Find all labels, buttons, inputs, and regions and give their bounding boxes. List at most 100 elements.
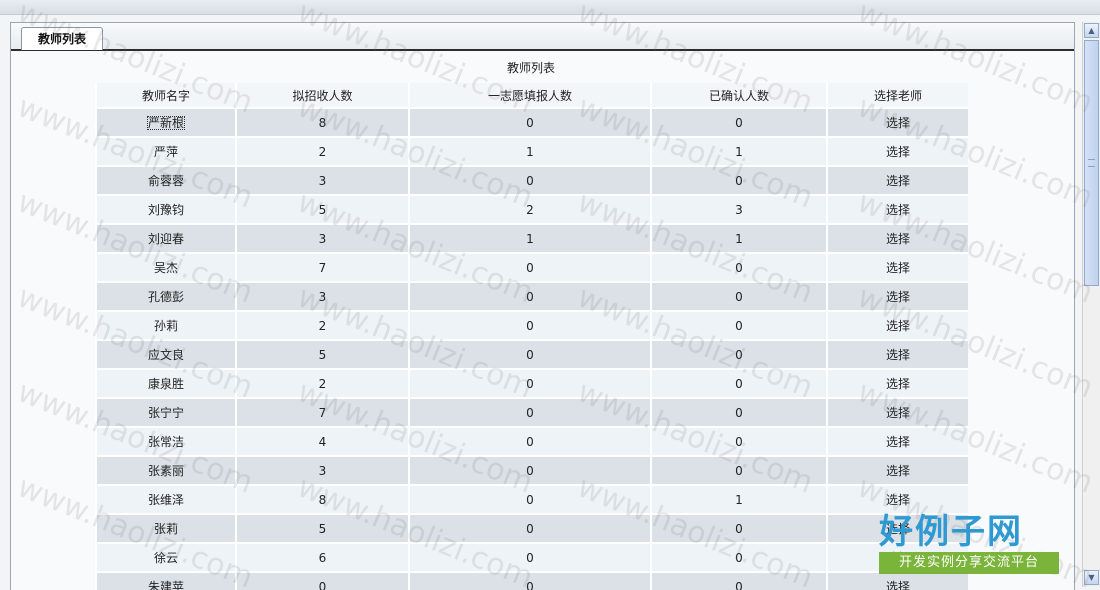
- cell-quota: 2: [235, 369, 409, 399]
- select-teacher-button[interactable]: 选择: [826, 543, 968, 573]
- table-header-row: 教师名字 拟招收人数 一志愿填报人数 已确认人数 选择老师: [95, 83, 968, 109]
- cell-confirmed: 0: [650, 572, 827, 590]
- cell-confirmed: 1: [650, 485, 827, 515]
- cell-quota: 7: [235, 398, 409, 428]
- cell-first-choice: 0: [408, 456, 651, 486]
- select-teacher-button-text[interactable]: 选择: [886, 261, 910, 275]
- cell-first-choice: 0: [408, 311, 651, 341]
- cell-teacher-name-text: 张常洁: [147, 435, 184, 449]
- cell-first-choice-text: 0: [526, 463, 534, 478]
- select-teacher-button-text[interactable]: 选择: [886, 348, 910, 362]
- cell-quota: 5: [235, 340, 409, 370]
- cell-confirmed-text: 0: [735, 318, 743, 333]
- cell-confirmed-text: 0: [735, 405, 743, 420]
- select-teacher-button-text[interactable]: 选择: [886, 435, 910, 449]
- scroll-down-icon[interactable]: ▼: [1084, 570, 1099, 585]
- select-teacher-button[interactable]: 选择: [826, 311, 968, 341]
- select-teacher-button[interactable]: 选择: [826, 514, 968, 544]
- select-teacher-button[interactable]: 选择: [826, 340, 968, 370]
- cell-quota: 3: [235, 456, 409, 486]
- select-teacher-button-text[interactable]: 选择: [886, 203, 910, 217]
- cell-teacher-name: 严新根: [95, 108, 236, 138]
- select-teacher-button-text[interactable]: 选择: [886, 145, 910, 159]
- cell-confirmed: 0: [650, 543, 827, 573]
- select-teacher-button-text[interactable]: 选择: [886, 406, 910, 420]
- cell-teacher-name: 张宁宁: [95, 398, 236, 428]
- cell-quota-text: 6: [318, 550, 327, 565]
- tab-content: 教师列表 教师名字 拟招收人数 一志愿填报人数 已确认人数 选择老师 严新根 8…: [11, 51, 1074, 590]
- select-teacher-button-text[interactable]: 选择: [886, 464, 910, 478]
- cell-quota: 2: [235, 311, 409, 341]
- cell-first-choice: 0: [408, 543, 651, 573]
- cell-teacher-name-text: 张莉: [153, 522, 178, 536]
- cell-quota: 5: [235, 195, 409, 225]
- select-teacher-button[interactable]: 选择: [826, 224, 968, 254]
- cell-quota-text: 0: [318, 579, 327, 590]
- cell-teacher-name: 应文良: [95, 340, 236, 370]
- cell-first-choice: 0: [408, 572, 651, 590]
- select-teacher-button-text[interactable]: 选择: [886, 232, 910, 246]
- select-teacher-button[interactable]: 选择: [826, 485, 968, 515]
- cell-quota-text: 5: [318, 521, 327, 536]
- cell-teacher-name: 孙莉: [95, 311, 236, 341]
- cell-confirmed: 3: [650, 195, 827, 225]
- table-row: 张宁宁 7 0 0 选择: [95, 398, 968, 428]
- select-teacher-button[interactable]: 选择: [826, 253, 968, 283]
- cell-first-choice-text: 0: [526, 289, 534, 304]
- cell-confirmed: 0: [650, 398, 827, 428]
- select-teacher-button-text[interactable]: 选择: [886, 174, 910, 188]
- cell-confirmed-text: 3: [735, 202, 743, 217]
- cell-first-choice-text: 0: [526, 173, 534, 188]
- cell-first-choice: 0: [408, 253, 651, 283]
- cell-teacher-name-text: 徐云: [153, 551, 178, 565]
- cell-quota: 7: [235, 253, 409, 283]
- tab-teacher-list[interactable]: 教师列表: [21, 27, 103, 50]
- scroll-up-icon[interactable]: ▲: [1084, 23, 1099, 38]
- select-teacher-button-text[interactable]: 选择: [886, 522, 910, 536]
- cell-quota: 2: [235, 137, 409, 167]
- select-teacher-button[interactable]: 选择: [826, 195, 968, 225]
- cell-teacher-name: 朱建苹: [95, 572, 236, 590]
- cell-quota: 0: [235, 572, 409, 590]
- cell-quota-text: 5: [318, 347, 327, 362]
- cell-confirmed: 0: [650, 514, 827, 544]
- cell-confirmed: 1: [650, 224, 827, 254]
- cell-confirmed-text: 0: [735, 521, 743, 536]
- select-teacher-button-text[interactable]: 选择: [886, 493, 910, 507]
- cell-quota-text: 5: [318, 202, 327, 217]
- table-row: 康泉胜 2 0 0 选择: [95, 369, 968, 399]
- vertical-scrollbar[interactable]: ▲ ▼: [1082, 22, 1100, 587]
- select-teacher-button[interactable]: 选择: [826, 398, 968, 428]
- teacher-table: 教师名字 拟招收人数 一志愿填报人数 已确认人数 选择老师 严新根 8 0 0 选择 严萍…: [95, 83, 968, 590]
- select-teacher-button[interactable]: 选择: [826, 427, 968, 457]
- select-teacher-button[interactable]: 选择: [826, 369, 968, 399]
- cell-first-choice: 1: [408, 137, 651, 167]
- cell-first-choice-text: 0: [526, 115, 534, 130]
- cell-first-choice: 1: [408, 224, 651, 254]
- select-teacher-button-text[interactable]: 选择: [886, 551, 910, 565]
- select-teacher-button-text[interactable]: 选择: [886, 377, 910, 391]
- select-teacher-button[interactable]: 选择: [826, 108, 968, 138]
- table-row: 孔德彭 3 0 0 选择: [95, 282, 968, 312]
- select-teacher-button[interactable]: 选择: [826, 572, 968, 590]
- cell-confirmed: 0: [650, 253, 827, 283]
- cell-quota: 8: [235, 108, 409, 138]
- select-teacher-button[interactable]: 选择: [826, 456, 968, 486]
- cell-quota-text: 7: [318, 405, 327, 420]
- tab-strip: 教师列表: [11, 23, 1074, 51]
- cell-first-choice: 0: [408, 398, 651, 428]
- select-teacher-button[interactable]: 选择: [826, 166, 968, 196]
- cell-teacher-name-text: 吴杰: [153, 261, 178, 275]
- scrollbar-thumb[interactable]: [1084, 40, 1099, 286]
- select-teacher-button-text[interactable]: 选择: [886, 319, 910, 333]
- select-teacher-button[interactable]: 选择: [826, 282, 968, 312]
- browser-viewport: 教师列表 教师列表 教师名字 拟招收人数 一志愿填报人数 已确认人数 选择老师 …: [0, 0, 1100, 590]
- select-teacher-button[interactable]: 选择: [826, 137, 968, 167]
- cell-teacher-name-text: 康泉胜: [147, 377, 184, 391]
- table-row: 俞蓉蓉 3 0 0 选择: [95, 166, 968, 196]
- select-teacher-button-text[interactable]: 选择: [886, 290, 910, 304]
- select-teacher-button-text[interactable]: 选择: [886, 116, 910, 130]
- cell-teacher-name: 张素丽: [95, 456, 236, 486]
- cell-quota-text: 8: [318, 492, 327, 507]
- select-teacher-button-text[interactable]: 选择: [886, 580, 910, 590]
